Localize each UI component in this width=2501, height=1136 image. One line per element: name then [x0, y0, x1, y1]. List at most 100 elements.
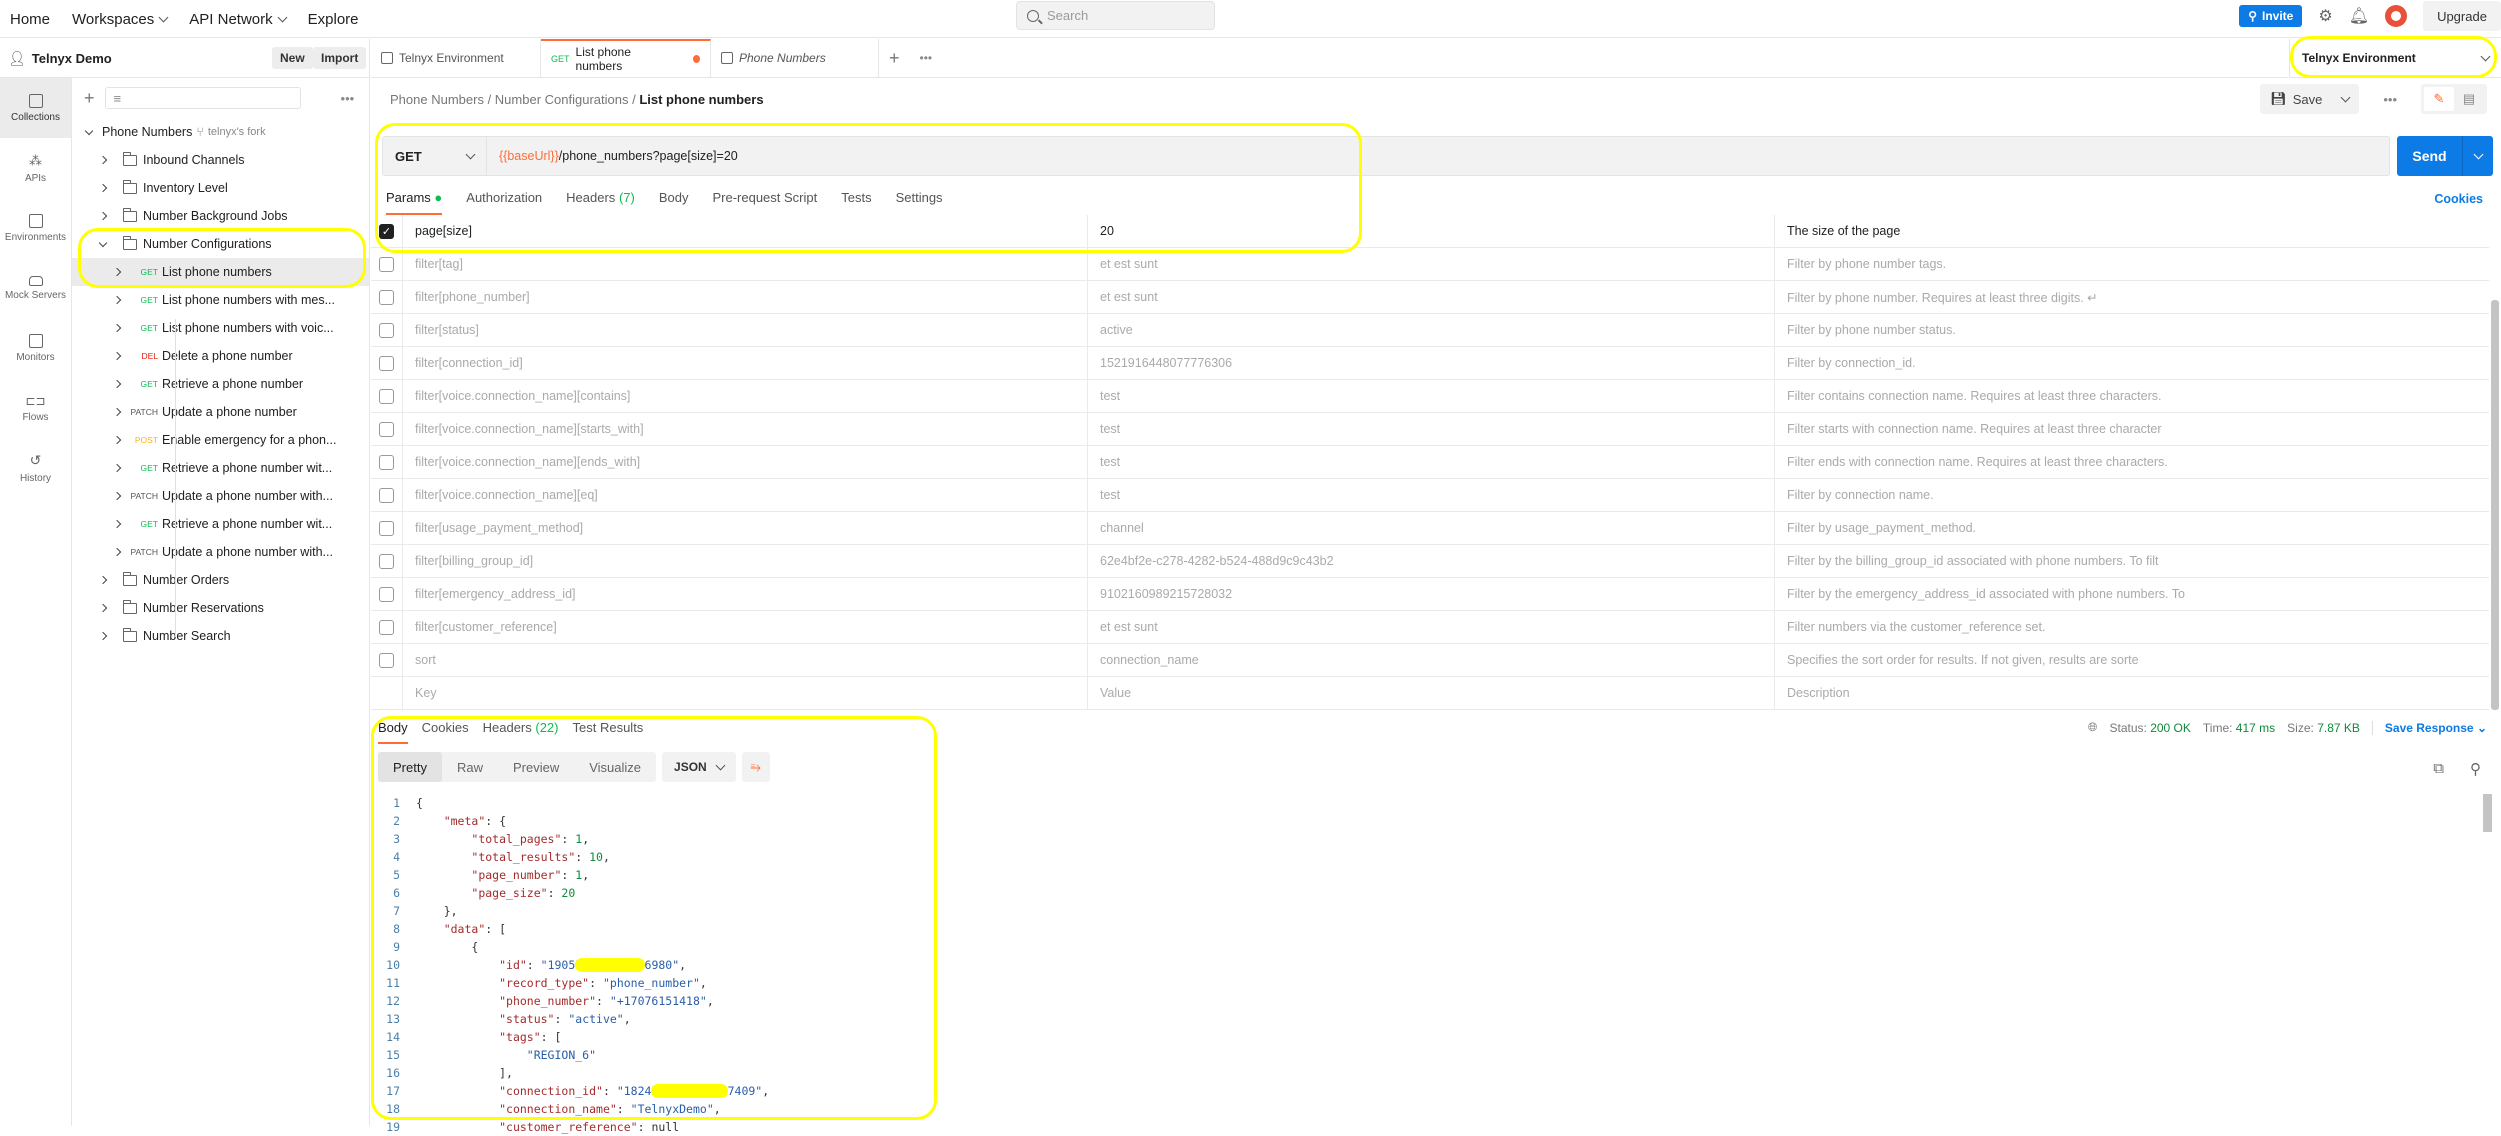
view-preview[interactable]: Preview — [498, 752, 574, 782]
tab-pre-request-script[interactable]: Pre-request Script — [712, 190, 817, 215]
param-value[interactable]: test — [1088, 380, 1775, 412]
request-item[interactable]: GET Retrieve a phone number — [72, 370, 369, 398]
new-tab-button[interactable]: + — [879, 39, 910, 77]
request-item[interactable]: GET List phone numbers with voic... — [72, 314, 369, 342]
param-key[interactable]: filter[tag] — [403, 248, 1088, 280]
nav-workspaces[interactable]: Workspaces — [72, 11, 169, 28]
save-button[interactable]: 💾︎ Save — [2260, 84, 2360, 114]
folder-folders_before-0[interactable]: Inbound Channels — [72, 146, 369, 174]
tab-authorization[interactable]: Authorization — [466, 190, 542, 215]
gear-icon[interactable]: ⚙ — [2318, 6, 2332, 26]
param-checkbox[interactable] — [379, 355, 394, 371]
edit-icon[interactable]: ✎ — [2424, 87, 2454, 111]
param-description[interactable]: Filter by connection name. — [1775, 479, 2489, 511]
workspace-name[interactable]: Telnyx Demo — [32, 51, 112, 66]
method-select[interactable]: GET — [383, 137, 487, 175]
request-item[interactable]: GET List phone numbers with mes... — [72, 286, 369, 314]
view-pretty[interactable]: Pretty — [378, 752, 442, 782]
param-value[interactable]: channel — [1088, 512, 1775, 544]
breadcrumb-folder[interactable]: Number Configurations — [495, 92, 629, 107]
nav-api-network[interactable]: API Network — [189, 11, 288, 28]
copy-icon[interactable]: ⧉ — [2433, 760, 2444, 778]
send-button[interactable]: Send — [2397, 136, 2493, 176]
sidebar-item-monitors[interactable]: Monitors — [0, 318, 71, 378]
request-item[interactable]: PATCH Update a phone number — [72, 398, 369, 426]
param-key[interactable]: filter[customer_reference] — [403, 611, 1088, 643]
param-key[interactable]: filter[voice.connection_name][contains] — [403, 380, 1088, 412]
tab-settings[interactable]: Settings — [896, 190, 943, 215]
url-input[interactable]: {{baseUrl}}/phone_numbers?page[size]=20 — [487, 149, 738, 163]
collection-phone-numbers[interactable]: Phone Numbers ⑂ telnyx's fork — [72, 118, 369, 146]
tab-response-body[interactable]: Body — [378, 720, 408, 744]
sidebar-item-history[interactable]: ↺ History — [0, 438, 71, 498]
plus-icon[interactable]: + — [84, 88, 95, 109]
tab-response-headers[interactable]: Headers (22) — [483, 720, 559, 744]
param-checkbox[interactable] — [379, 421, 394, 437]
tab-body[interactable]: Body — [659, 190, 689, 215]
param-checkbox[interactable]: ✓ — [379, 223, 394, 239]
time-readout[interactable]: Time: 417 ms — [2203, 721, 2275, 735]
param-description[interactable]: Filter contains connection name. Require… — [1775, 380, 2489, 412]
tab-params[interactable]: Params ● — [386, 190, 443, 215]
param-description[interactable]: Filter by phone number status. — [1775, 314, 2489, 346]
param-checkbox[interactable] — [379, 652, 394, 668]
format-select[interactable]: JSON — [662, 752, 736, 782]
param-value[interactable]: connection_name — [1088, 644, 1775, 676]
global-search[interactable]: Search — [1016, 1, 1215, 30]
param-checkbox[interactable] — [379, 520, 394, 536]
tab-response-cookies[interactable]: Cookies — [422, 720, 469, 744]
request-item[interactable]: GET Retrieve a phone number wit... — [72, 510, 369, 538]
param-key[interactable]: filter[emergency_address_id] — [403, 578, 1088, 610]
param-key[interactable]: page[size] — [403, 215, 1088, 247]
network-icon[interactable]: 🌐︎ — [2088, 720, 2098, 735]
request-item[interactable]: GET Retrieve a phone number wit... — [72, 454, 369, 482]
param-value[interactable]: test — [1088, 446, 1775, 478]
param-value-placeholder[interactable]: Value — [1088, 677, 1775, 709]
import-button[interactable]: Import — [313, 47, 367, 69]
param-value[interactable]: active — [1088, 314, 1775, 346]
param-checkbox[interactable] — [379, 586, 394, 602]
param-checkbox[interactable] — [379, 388, 394, 404]
param-description[interactable]: Filter ends with connection name. Requir… — [1775, 446, 2489, 478]
size-readout[interactable]: Size: 7.87 KB — [2287, 721, 2360, 735]
param-value[interactable]: test — [1088, 413, 1775, 445]
param-value[interactable]: et est sunt — [1088, 248, 1775, 280]
avatar[interactable] — [2385, 5, 2407, 27]
param-value[interactable]: 1521916448077776306 — [1088, 347, 1775, 379]
request-item[interactable]: POST Enable emergency for a phon... — [72, 426, 369, 454]
folder-folders_before-1[interactable]: Inventory Level — [72, 174, 369, 202]
cookies-link[interactable]: Cookies — [2434, 192, 2483, 206]
sidebar-item-collections[interactable]: Collections — [0, 78, 71, 138]
param-value[interactable]: 62e4bf2e-c278-4282-b524-488d9c9c43b2 — [1088, 545, 1775, 577]
tab-phone-numbers[interactable]: Phone Numbers — [711, 39, 879, 77]
param-checkbox[interactable] — [379, 256, 394, 272]
param-description[interactable]: Filter by the emergency_address_id assoc… — [1775, 578, 2489, 610]
tab-telnyx-environment[interactable]: Telnyx Environment — [371, 39, 541, 77]
tab-headers[interactable]: Headers (7) — [566, 190, 635, 215]
new-button[interactable]: New — [272, 47, 313, 69]
params-scrollbar[interactable] — [2491, 300, 2499, 710]
param-checkbox[interactable] — [379, 487, 394, 503]
param-description[interactable]: Filter numbers via the customer_referenc… — [1775, 611, 2489, 643]
response-body-editor[interactable]: 1{2 "meta": {3 "total_pages": 1,4 "total… — [378, 794, 2488, 1134]
folder-folders_after-2[interactable]: Number Search — [72, 622, 369, 650]
param-key[interactable]: filter[voice.connection_name][starts_wit… — [403, 413, 1088, 445]
more-icon[interactable]: ••• — [341, 91, 355, 106]
status-readout[interactable]: Status: 200 OK — [2109, 721, 2190, 735]
invite-button[interactable]: ⚲ Invite — [2239, 5, 2303, 27]
param-value[interactable]: 9102160989215728032 — [1088, 578, 1775, 610]
tab-list-phone-numbers[interactable]: GET List phone numbers — [541, 39, 711, 77]
param-checkbox[interactable] — [379, 289, 394, 305]
param-key[interactable]: sort — [403, 644, 1088, 676]
request-item[interactable]: PATCH Update a phone number with... — [72, 538, 369, 566]
param-description[interactable]: Filter by phone number tags. — [1775, 248, 2489, 280]
breadcrumb-collection[interactable]: Phone Numbers — [390, 92, 484, 107]
request-item[interactable]: PATCH Update a phone number with... — [72, 482, 369, 510]
view-raw[interactable]: Raw — [442, 752, 498, 782]
param-key[interactable]: filter[voice.connection_name][eq] — [403, 479, 1088, 511]
search-icon[interactable]: ⚲ — [2470, 760, 2481, 778]
filter-input[interactable]: ≡ — [104, 87, 301, 109]
view-visualize[interactable]: Visualize — [574, 752, 656, 782]
folder-folders_before-2[interactable]: Number Background Jobs — [72, 202, 369, 230]
tabs-more-icon[interactable]: ••• — [910, 39, 943, 77]
